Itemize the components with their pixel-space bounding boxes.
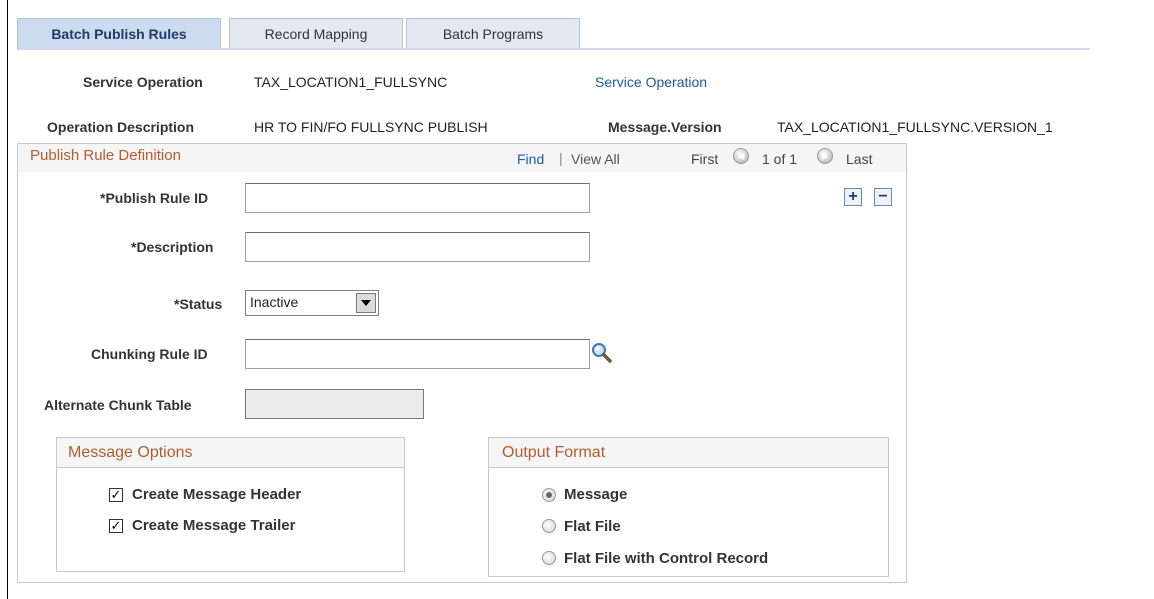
output-format-title: Output Format [502, 444, 606, 461]
flat-file-radio[interactable] [542, 519, 556, 533]
tab-batch-programs[interactable]: Batch Programs [406, 18, 580, 48]
alternate-chunk-table-input [245, 389, 424, 419]
message-version-label: Message.Version [608, 119, 722, 135]
description-input[interactable] [245, 232, 590, 262]
create-message-header-label: Create Message Header [132, 486, 302, 503]
message-radio[interactable] [542, 488, 556, 502]
view-all-link[interactable]: View All [571, 151, 620, 167]
next-icon[interactable]: ▶ [817, 148, 833, 164]
chunking-rule-id-input[interactable] [245, 339, 590, 369]
magnifier-icon[interactable] [590, 341, 614, 365]
tab-record-mapping[interactable]: Record Mapping [229, 18, 403, 48]
message-options-box: Message Options [56, 437, 405, 572]
create-message-trailer-label: Create Message Trailer [132, 517, 296, 534]
alternate-chunk-table-label: Alternate Chunk Table [44, 397, 192, 413]
operation-description-value: HR TO FIN/FO FULLSYNC PUBLISH [254, 119, 488, 135]
service-operation-value: TAX_LOCATION1_FULLSYNC [254, 74, 448, 90]
previous-icon[interactable]: ◀ [733, 148, 749, 164]
create-message-trailer-checkbox[interactable]: ✓ [109, 519, 123, 533]
create-message-header-checkbox[interactable]: ✓ [109, 488, 123, 502]
service-operation-link[interactable]: Service Operation [595, 74, 707, 90]
chunking-rule-id-label: Chunking Rule ID [91, 346, 208, 362]
chevron-down-icon[interactable] [356, 293, 376, 313]
status-select[interactable]: Inactive [245, 290, 379, 316]
status-label: *Status [174, 296, 223, 312]
message-options-title: Message Options [68, 444, 193, 461]
message-version-value: TAX_LOCATION1_FULLSYNC.VERSION_1 [777, 119, 1053, 135]
service-operation-label: Service Operation [83, 74, 203, 90]
row-count: 1 of 1 [762, 151, 798, 167]
tab-underline [220, 48, 1090, 50]
operation-description-label: Operation Description [47, 119, 195, 135]
status-value: Inactive [250, 294, 299, 310]
find-link[interactable]: Find [517, 151, 544, 167]
flat-file-control-record-radio-label: Flat File with Control Record [564, 550, 769, 567]
flat-file-radio-label: Flat File [564, 518, 621, 535]
flat-file-control-record-radio[interactable] [542, 551, 556, 565]
tab-batch-publish-rules[interactable]: Batch Publish Rules [17, 18, 221, 50]
description-label: *Description [131, 239, 214, 255]
nav-separator: | [559, 150, 563, 166]
publish-rule-id-input[interactable] [245, 183, 590, 213]
group-title: Publish Rule Definition [30, 147, 181, 164]
left-border [7, 0, 8, 599]
last-label: Last [846, 151, 873, 167]
add-row-button[interactable]: + [844, 188, 862, 206]
message-radio-label: Message [564, 486, 628, 503]
delete-row-button[interactable]: − [874, 188, 892, 206]
first-label: First [691, 151, 719, 167]
publish-rule-id-label: *Publish Rule ID [100, 190, 209, 206]
